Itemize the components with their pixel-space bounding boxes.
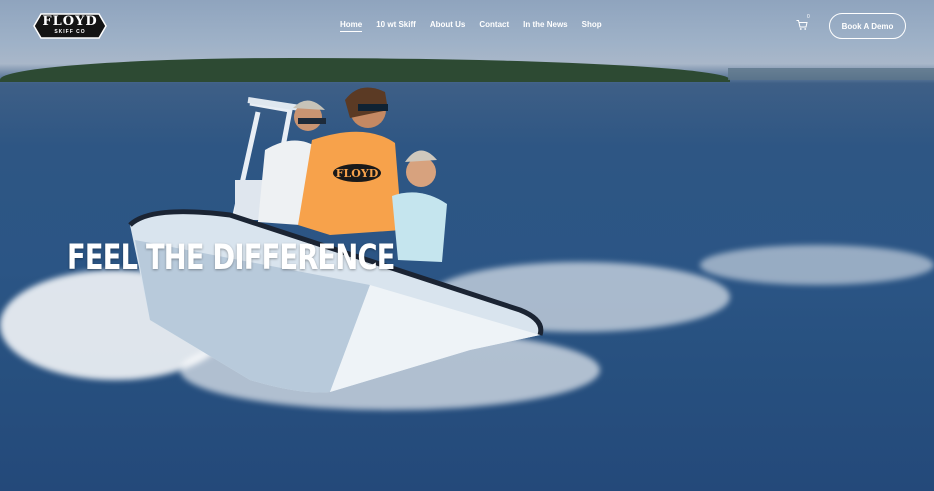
- logo-text: FLOYD: [42, 14, 98, 29]
- book-demo-button[interactable]: Book A Demo: [829, 13, 906, 39]
- shirt-logo-text: FLOYD: [336, 167, 379, 180]
- nav-about-us[interactable]: About Us: [430, 20, 466, 32]
- cart-icon[interactable]: [796, 19, 808, 31]
- nav-contact[interactable]: Contact: [479, 20, 509, 32]
- nav-shop[interactable]: Shop: [582, 20, 602, 32]
- cart-count: 0: [807, 14, 810, 20]
- logo-subtext: SKIFF CO: [54, 29, 86, 35]
- site-header: FLOYD SKIFF CO Home 10 wt Skiff About Us…: [0, 0, 934, 50]
- main-nav: Home 10 wt Skiff About Us Contact In the…: [340, 20, 616, 32]
- nav-home[interactable]: Home: [340, 20, 363, 32]
- hero-headline: FEEL THE DIFFERENCE: [67, 238, 395, 278]
- nav-in-the-news[interactable]: In the News: [523, 20, 567, 32]
- nav-10wt-skiff[interactable]: 10 wt Skiff: [376, 20, 416, 32]
